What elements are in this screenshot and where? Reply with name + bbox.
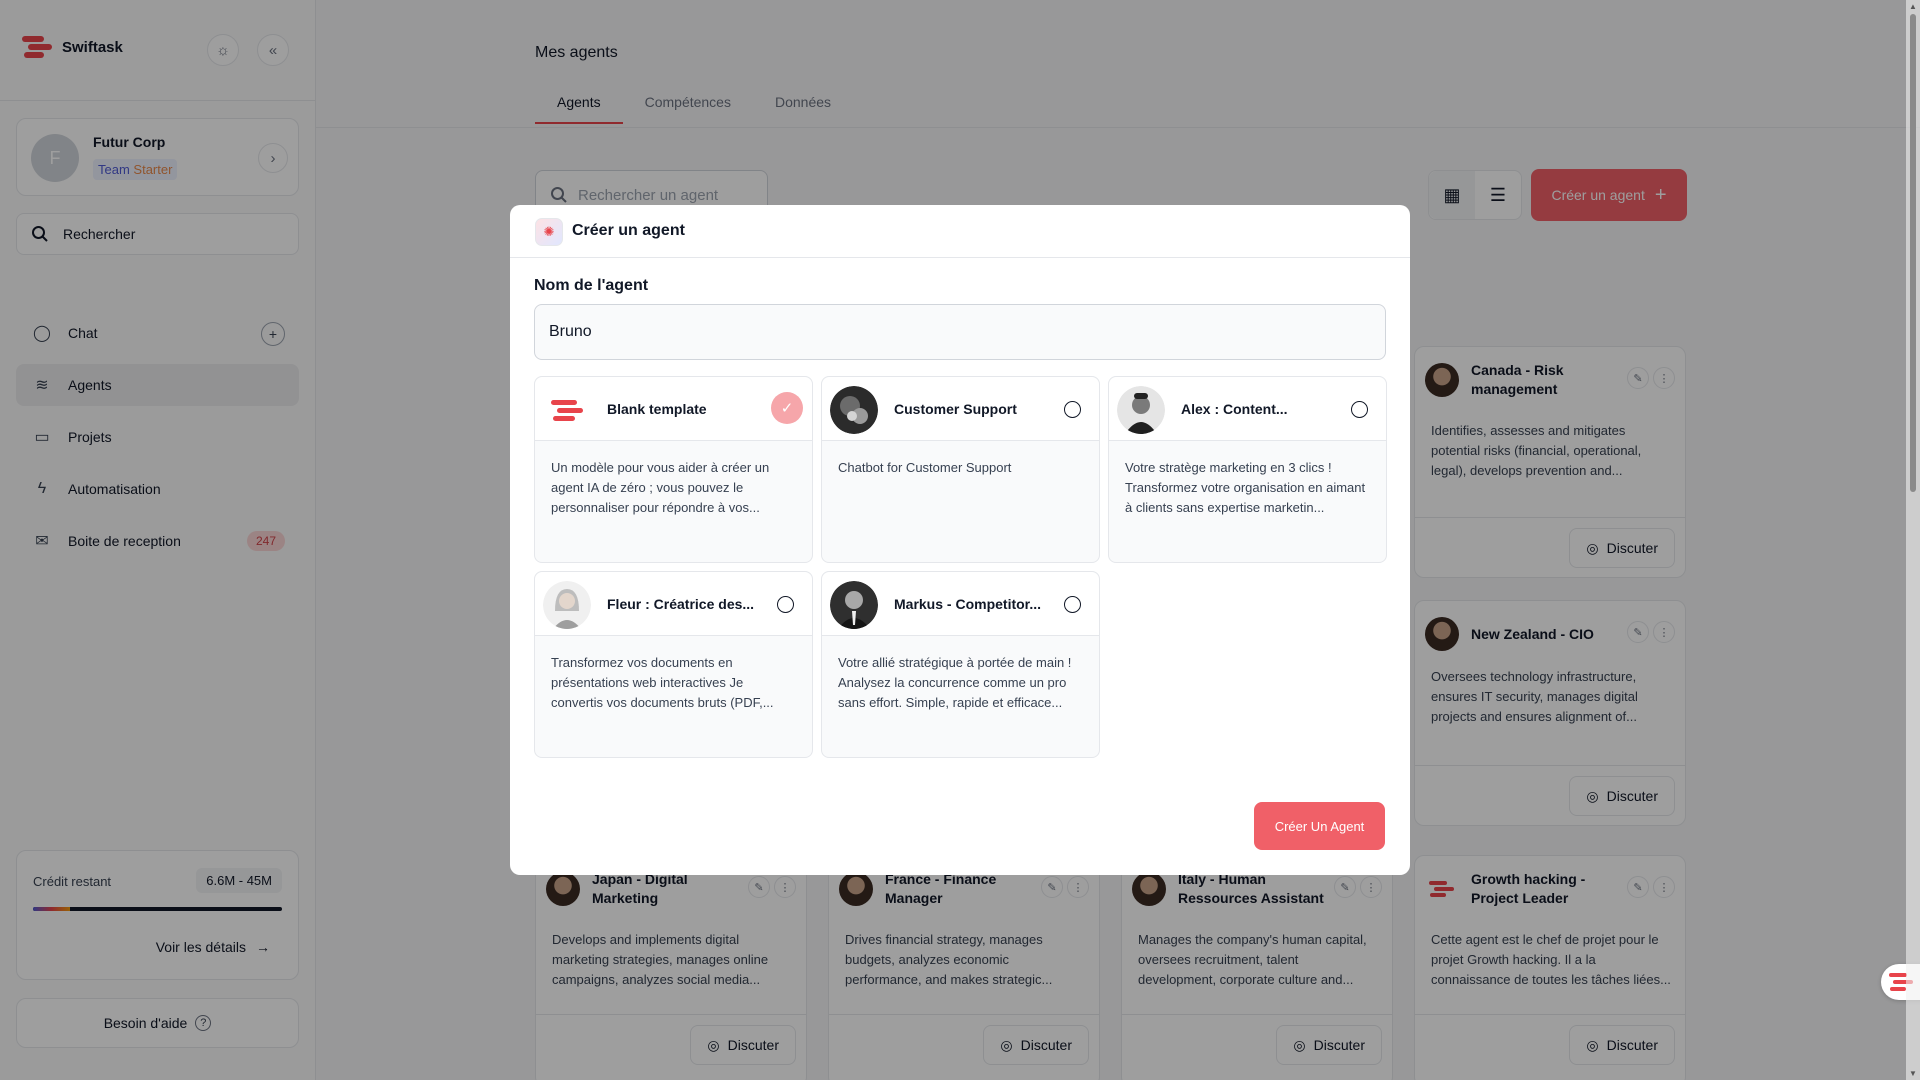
swiftask-logo-icon (543, 386, 591, 434)
template-name: Fleur : Créatrice des... (607, 596, 755, 612)
template-card-blank[interactable]: Blank template ✓ Un modèle pour vous aid… (534, 376, 813, 563)
radio-button[interactable] (1064, 401, 1081, 418)
create-agent-dialog: ✺ Créer un agent Nom de l'agent Bruno Bl… (510, 205, 1410, 875)
template-card-customer-support[interactable]: Customer Support Chatbot for Customer Su… (821, 376, 1100, 563)
template-name: Markus - Competitor... (894, 596, 1042, 612)
template-description: Votre allié stratégique à portée de main… (838, 655, 1072, 710)
avatar (543, 581, 591, 629)
template-name: Customer Support (894, 401, 1017, 417)
dialog-title: Créer un agent (572, 222, 685, 239)
template-description: Votre stratège marketing en 3 clics ! Tr… (1125, 460, 1366, 515)
template-description: Transformez vos documents en présentatio… (551, 655, 774, 710)
agent-name-label: Nom de l'agent (534, 277, 649, 294)
check-icon[interactable]: ✓ (771, 392, 803, 424)
avatar (1117, 386, 1165, 434)
template-card-markus[interactable]: Markus - Competitor... Votre allié strat… (821, 571, 1100, 758)
template-description: Un modèle pour vous aider à créer un age… (551, 460, 770, 515)
dialog-header: ✺ Créer un agent (510, 205, 1410, 258)
scroll-up-icon[interactable]: ▲ (1909, 2, 1917, 11)
template-card-alex[interactable]: Alex : Content... Votre stratège marketi… (1108, 376, 1387, 563)
radio-button[interactable] (1351, 401, 1368, 418)
avatar (830, 386, 878, 434)
page-scrollbar[interactable]: ▲ ▼ (1906, 0, 1920, 1080)
template-card-fleur[interactable]: Fleur : Créatrice des... Transformez vos… (534, 571, 813, 758)
template-name: Alex : Content... (1181, 401, 1288, 417)
agent-sparkle-icon: ✺ (535, 218, 563, 246)
radio-button[interactable] (777, 596, 794, 613)
scroll-thumb[interactable] (1910, 14, 1916, 492)
create-agent-submit-button[interactable]: Créer Un Agent (1254, 802, 1385, 850)
agent-name-input[interactable]: Bruno (534, 304, 1386, 360)
template-name: Blank template (607, 401, 707, 417)
avatar (830, 581, 878, 629)
template-description: Chatbot for Customer Support (838, 460, 1012, 475)
radio-button[interactable] (1064, 596, 1081, 613)
scroll-down-icon[interactable]: ▼ (1909, 1069, 1917, 1078)
